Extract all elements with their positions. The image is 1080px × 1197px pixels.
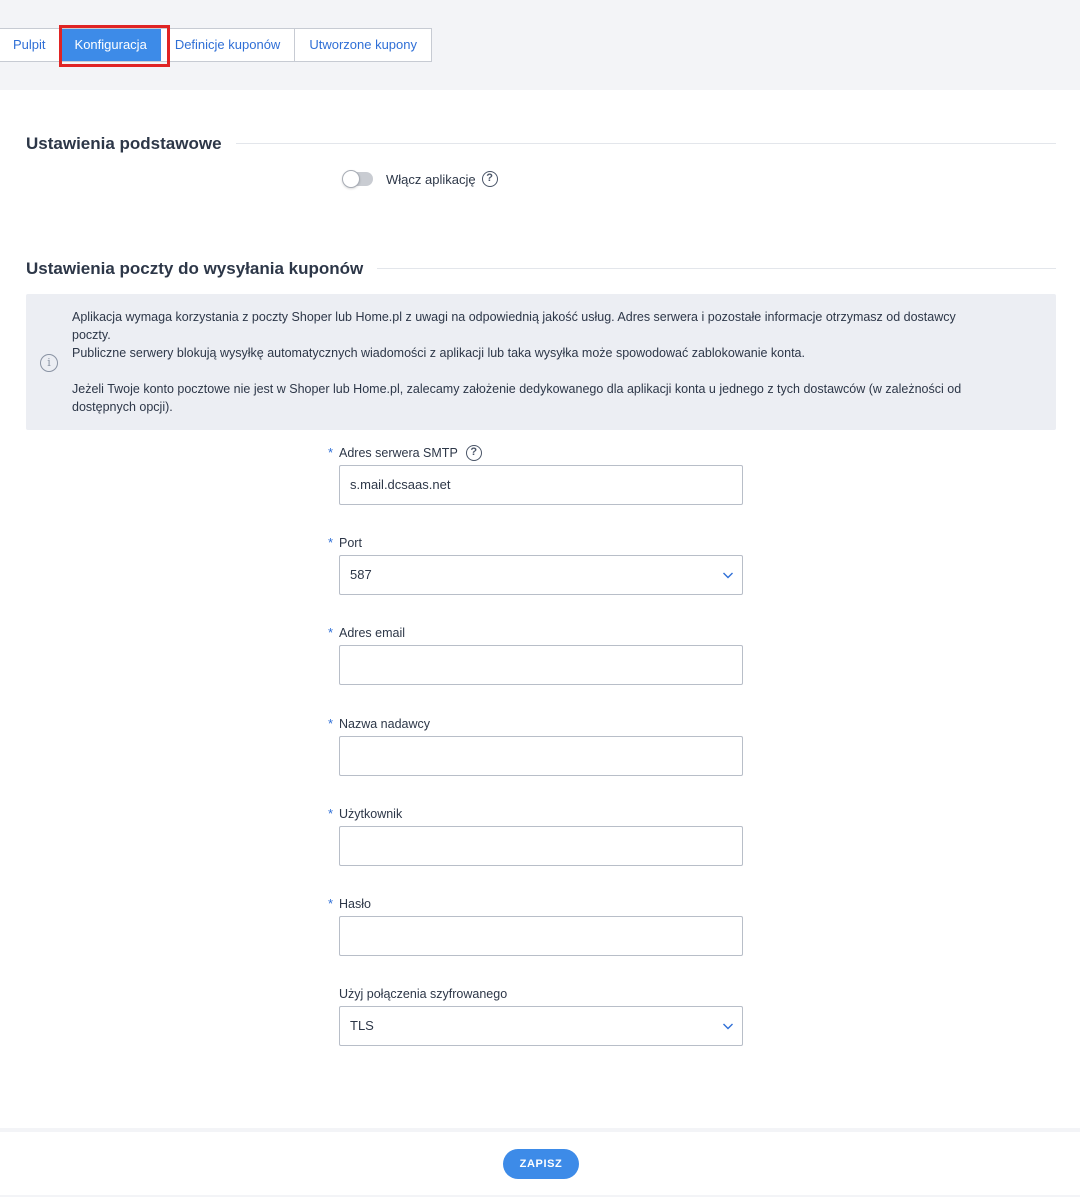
field-label: * Port — [328, 534, 748, 552]
password-field: * Hasło — [328, 895, 748, 956]
field-label: Użyj połączenia szyfrowanego — [328, 985, 748, 1003]
chevron-down-icon — [723, 572, 733, 579]
sender-label: Nazwa nadawcy — [339, 717, 431, 731]
field-label: * Hasło — [328, 895, 748, 913]
info-box: i Aplikacja wymaga korzystania z poczty … — [26, 294, 1056, 430]
field-label: * Użytkownik — [328, 805, 748, 823]
required-mark: * — [328, 445, 334, 460]
port-field: * Port 587 — [328, 534, 748, 595]
password-input[interactable] — [339, 916, 743, 956]
field-label: * Adres email — [328, 624, 748, 642]
smtp-field: * Adres serwera SMTP ? s.mail.dcsaas.net — [328, 444, 748, 505]
save-button[interactable]: ZAPISZ — [503, 1149, 579, 1179]
smtp-input[interactable]: s.mail.dcsaas.net — [339, 465, 743, 505]
tab-utworzone-kupony[interactable]: Utworzone kupony — [295, 29, 431, 61]
email-label: Adres email — [339, 626, 405, 640]
user-label: Użytkownik — [339, 807, 403, 821]
email-input[interactable] — [339, 645, 743, 685]
enable-app-label: Włącz aplikację — [386, 171, 476, 187]
required-mark: * — [328, 896, 334, 911]
port-value: 587 — [350, 567, 372, 582]
required-mark: * — [328, 716, 334, 731]
required-mark: * — [328, 625, 334, 640]
info-line: Jeżeli Twoje konto pocztowe nie jest w S… — [72, 382, 962, 414]
user-input[interactable] — [339, 826, 743, 866]
user-field: * Użytkownik — [328, 805, 748, 866]
sender-field: * Nazwa nadawcy — [328, 715, 748, 776]
info-line: Aplikacja wymaga korzystania z poczty Sh… — [72, 310, 956, 342]
section-divider — [362, 268, 1056, 269]
info-icon: i — [40, 354, 58, 372]
top-bar: Pulpit Konfiguracja Definicje kuponów Ut… — [0, 0, 1080, 90]
info-line: Publiczne serwery blokują wysyłkę automa… — [72, 346, 805, 360]
field-label: * Nazwa nadawcy — [328, 715, 748, 733]
email-field: * Adres email — [328, 624, 748, 685]
port-label: Port — [339, 536, 362, 550]
help-icon[interactable]: ? — [465, 445, 482, 461]
encryption-field: Użyj połączenia szyfrowanego TLS — [328, 985, 748, 1046]
sender-input[interactable] — [339, 736, 743, 776]
password-label: Hasło — [339, 897, 371, 911]
required-mark: * — [328, 535, 334, 550]
required-mark: * — [328, 806, 334, 821]
help-icon[interactable]: ? — [481, 171, 498, 187]
field-label: * Adres serwera SMTP ? — [328, 444, 748, 462]
port-select[interactable]: 587 — [339, 555, 743, 595]
encryption-value: TLS — [350, 1018, 374, 1033]
chevron-down-icon — [723, 1023, 733, 1030]
info-text: Aplikacja wymaga korzystania z poczty Sh… — [72, 308, 972, 416]
footer-divider — [0, 1128, 1080, 1132]
encryption-label: Użyj połączenia szyfrowanego — [339, 987, 508, 1001]
section-title-mail: Ustawienia poczty do wysyłania kuponów — [26, 259, 378, 279]
tab-definicje-kuponow[interactable]: Definicje kuponów — [160, 29, 296, 61]
tab-pulpit[interactable]: Pulpit — [0, 29, 61, 61]
section-title-basic: Ustawienia podstawowe — [26, 134, 236, 154]
section-divider — [228, 143, 1056, 144]
smtp-label: Adres serwera SMTP — [339, 446, 458, 460]
toggle-knob — [342, 170, 360, 188]
active-tab-highlight-frame — [59, 25, 170, 67]
encryption-select[interactable]: TLS — [339, 1006, 743, 1046]
enable-app-row: Włącz aplikację ? — [342, 169, 498, 189]
enable-app-toggle[interactable] — [342, 170, 373, 188]
